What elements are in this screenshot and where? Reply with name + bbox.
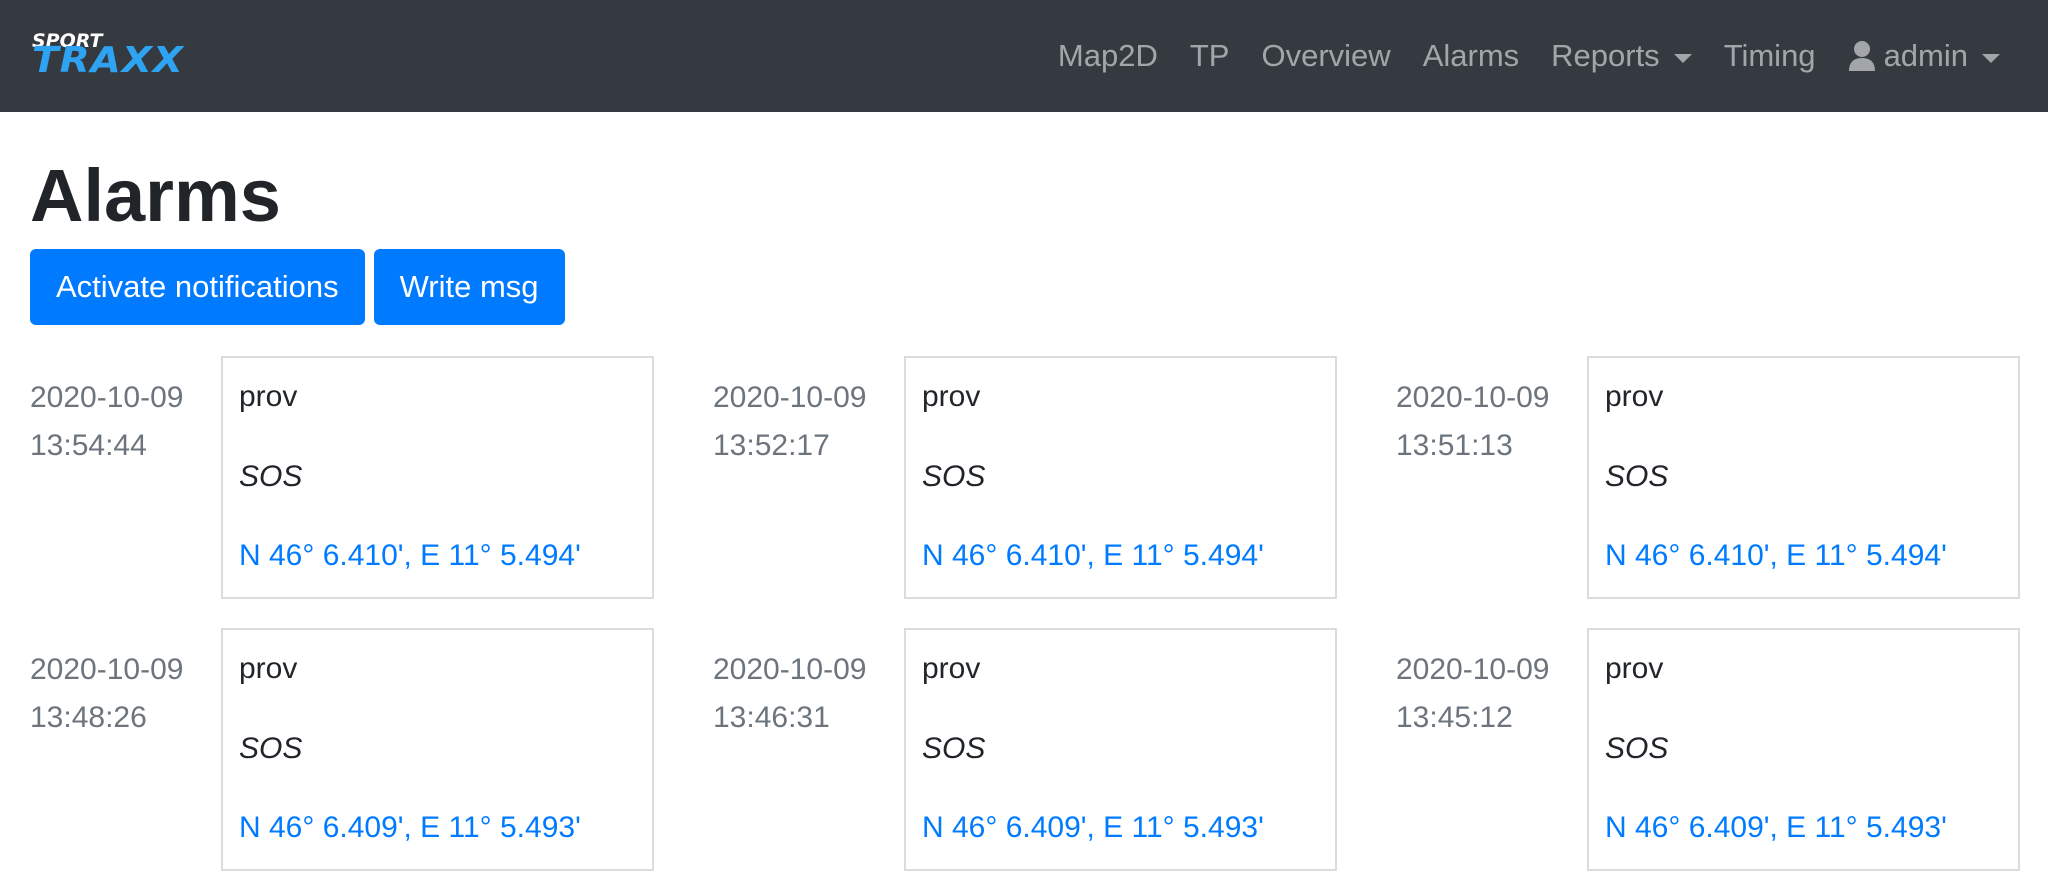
alarm-list: 2020-10-09 13:54:44 prov SOS N 46° 6.410… [30,355,2048,876]
activate-notifications-button[interactable]: Activate notifications [30,248,365,325]
alarm-coordinates-link[interactable]: N 46° 6.410', E 11° 5.494' [1605,539,1947,573]
alarm-item: 2020-10-09 13:45:12 prov SOS N 46° 6.409… [1396,627,2048,873]
alarm-time: 13:46:31 [713,700,830,734]
alarm-participant: prov [239,379,298,413]
alarm-time: 13:54:44 [30,428,147,462]
action-buttons: Activate notifications Write msg [30,248,2018,325]
alarm-time: 13:45:12 [1396,700,1513,734]
alarm-card: prov SOS N 46° 6.410', E 11° 5.494' [221,355,654,599]
alarm-coordinates-link[interactable]: N 46° 6.409', E 11° 5.493' [239,811,581,845]
nav-alarms[interactable]: Alarms [1407,38,1535,74]
alarm-date: 2020-10-09 [713,380,867,414]
alarm-date: 2020-10-09 [713,652,867,686]
alarm-card: prov SOS N 46° 6.409', E 11° 5.493' [1587,627,2020,871]
alarm-date: 2020-10-09 [1396,652,1550,686]
alarm-coordinates-link[interactable]: N 46° 6.410', E 11° 5.494' [922,539,1264,573]
alarm-timestamp: 2020-10-09 13:48:26 [30,646,200,742]
nav-reports-dropdown[interactable]: Reports [1535,38,1708,74]
alarm-card: prov SOS N 46° 6.409', E 11° 5.493' [221,627,654,871]
user-icon [1848,41,1875,71]
alarm-participant: prov [1605,651,1664,685]
alarm-coordinates-link[interactable]: N 46° 6.410', E 11° 5.494' [239,539,581,573]
top-navbar: SPORT TRAXX Map2D TP Overview Alarms Rep… [0,0,2048,112]
alarm-date: 2020-10-09 [30,652,184,686]
alarm-date: 2020-10-09 [30,380,184,414]
alarm-participant: prov [1605,379,1664,413]
nav-reports-label: Reports [1551,38,1660,73]
alarm-coordinates-link[interactable]: N 46° 6.409', E 11° 5.493' [922,811,1264,845]
alarm-time: 13:52:17 [713,428,830,462]
logo-traxx-text: TRAXX [32,40,184,82]
caret-down-icon [1673,53,1692,63]
alarm-time: 13:48:26 [30,700,147,734]
alarm-item: 2020-10-09 13:51:13 prov SOS N 46° 6.410… [1396,355,2048,601]
alarm-card: prov SOS N 46° 6.410', E 11° 5.494' [1587,355,2020,599]
alarm-participant: prov [239,651,298,685]
alarm-item: 2020-10-09 13:48:26 prov SOS N 46° 6.409… [30,627,690,873]
alarm-participant: prov [922,651,981,685]
alarm-type: SOS [922,731,986,765]
alarm-card: prov SOS N 46° 6.409', E 11° 5.493' [904,627,1337,871]
page-title: Alarms [30,154,281,237]
nav-map2d[interactable]: Map2D [1042,38,1174,74]
alarm-item: 2020-10-09 13:46:31 prov SOS N 46° 6.409… [713,627,1373,873]
sporttraxx-logo[interactable]: SPORT TRAXX [32,26,212,86]
alarm-coordinates-link[interactable]: N 46° 6.409', E 11° 5.493' [1605,811,1947,845]
alarm-item: 2020-10-09 13:52:17 prov SOS N 46° 6.410… [713,355,1373,601]
alarm-timestamp: 2020-10-09 13:45:12 [1396,646,1566,742]
nav-user-dropdown[interactable]: admin [1832,38,2016,74]
write-msg-button[interactable]: Write msg [373,248,565,325]
alarm-item: 2020-10-09 13:54:44 prov SOS N 46° 6.410… [30,355,690,601]
alarm-type: SOS [239,459,303,493]
caret-down-icon [1982,53,2000,63]
alarm-timestamp: 2020-10-09 13:52:17 [713,374,883,470]
nav-overview[interactable]: Overview [1245,38,1406,74]
alarm-type: SOS [1605,731,1669,765]
alarm-type: SOS [922,459,986,493]
main-content: Alarms Activate notifications Write msg … [0,112,2048,876]
alarm-type: SOS [239,731,303,765]
alarm-participant: prov [922,379,981,413]
nav-timing[interactable]: Timing [1708,38,1832,74]
alarm-time: 13:51:13 [1396,428,1513,462]
nav-tp[interactable]: TP [1174,38,1246,74]
alarm-timestamp: 2020-10-09 13:51:13 [1396,374,1566,470]
alarm-timestamp: 2020-10-09 13:46:31 [713,646,883,742]
nav-menu: Map2D TP Overview Alarms Reports Timing … [1042,0,2016,112]
alarm-timestamp: 2020-10-09 13:54:44 [30,374,200,470]
alarm-card: prov SOS N 46° 6.410', E 11° 5.494' [904,355,1337,599]
alarm-date: 2020-10-09 [1396,380,1550,414]
nav-user-label: admin [1883,38,1968,73]
alarm-type: SOS [1605,459,1669,493]
